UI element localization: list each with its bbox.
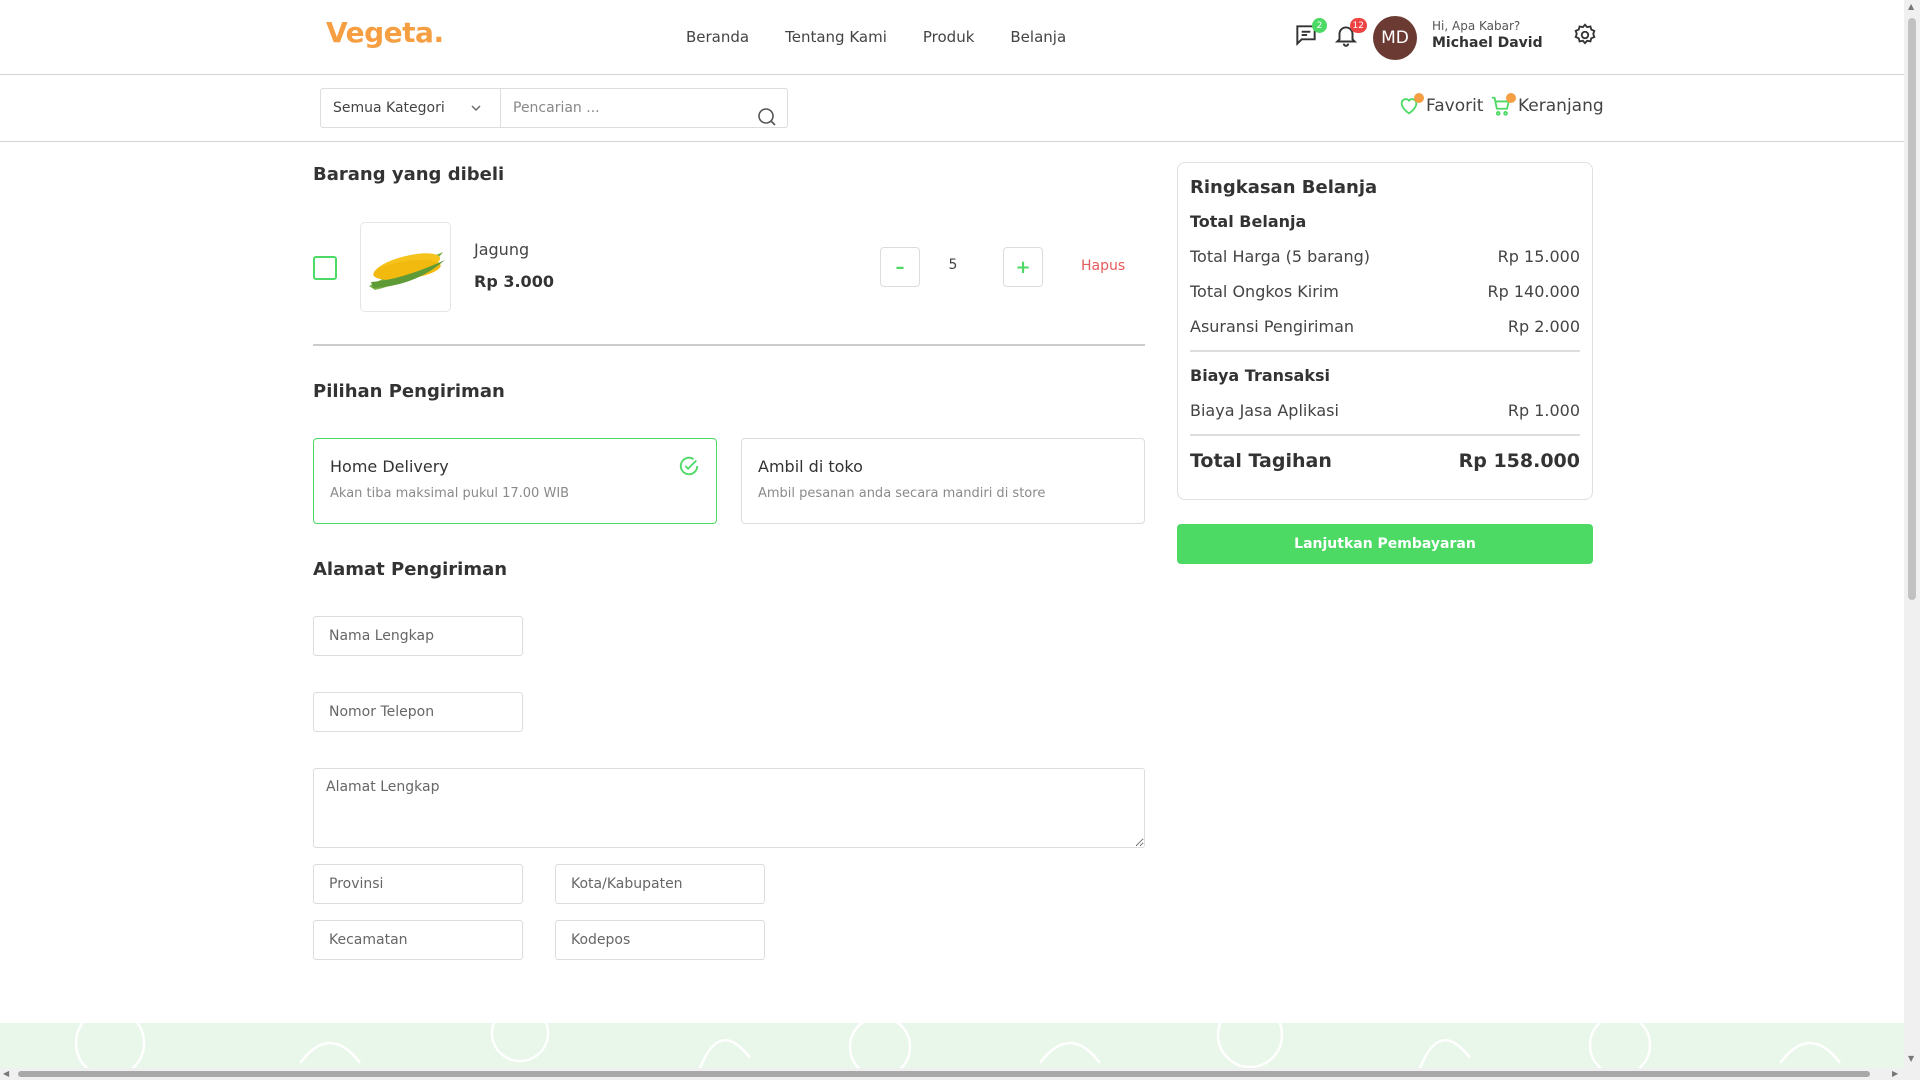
shipping-option-title: Ambil di toko: [758, 457, 863, 476]
address-title: Alamat Pengiriman: [313, 559, 508, 580]
vertical-scrollbar[interactable]: ▲ ▼: [1904, 0, 1920, 1068]
favorite-dot: [1414, 93, 1424, 103]
check-circle-icon: [679, 456, 699, 476]
shipping-option-title: Home Delivery: [330, 457, 449, 476]
shipping-option-pickup[interactable]: Ambil di toko Ambil pesanan anda secara …: [741, 438, 1145, 524]
vertical-scroll-thumb[interactable]: [1908, 18, 1916, 600]
increase-quantity-button[interactable]: +: [1003, 247, 1043, 287]
grand-total-label: Total Tagihan: [1190, 450, 1332, 472]
footer-pattern: [0, 1023, 1904, 1068]
decrease-quantity-button[interactable]: –: [880, 247, 920, 287]
summary-row: Total Ongkos Kirim Rp 140.000: [1190, 282, 1580, 301]
search-box: Semua Kategori: [320, 88, 788, 128]
search-bar-row: Semua Kategori Favorit Keranjang: [0, 75, 1904, 142]
summary-row-value: Rp 140.000: [1487, 282, 1580, 301]
summary-row-label: Biaya Jasa Aplikasi: [1190, 401, 1339, 420]
city-input[interactable]: [555, 864, 765, 904]
greeting-text: Hi, Apa Kabar?: [1432, 19, 1521, 33]
cart-title: Barang yang dibeli: [313, 164, 505, 185]
summary-row-label: Total Ongkos Kirim: [1190, 282, 1339, 301]
chevron-down-icon: [471, 105, 481, 111]
main-nav: Beranda Tentang Kami Produk Belanja: [686, 28, 1066, 46]
scroll-up-icon[interactable]: ▲: [1908, 2, 1914, 11]
nav-beranda[interactable]: Beranda: [686, 28, 749, 46]
search-input[interactable]: [501, 89, 787, 127]
section-divider: [313, 344, 1145, 346]
user-name: Michael David: [1432, 35, 1543, 51]
top-navbar: Vegeta. Beranda Tentang Kami Produk Bela…: [0, 0, 1904, 75]
category-select[interactable]: Semua Kategori: [321, 89, 501, 127]
summary-row-value: Rp 2.000: [1507, 317, 1580, 336]
cart-label: Keranjang: [1518, 96, 1604, 116]
favorite-link[interactable]: Favorit: [1398, 93, 1484, 117]
order-summary-card: Ringkasan Belanja Total Belanja Total Ha…: [1177, 162, 1593, 500]
product-name: Jagung: [474, 240, 530, 259]
shipping-option-home-delivery[interactable]: Home Delivery Akan tiba maksimal pukul 1…: [313, 438, 717, 524]
address-textarea[interactable]: [313, 768, 1145, 848]
scroll-left-icon[interactable]: ◀: [3, 1069, 9, 1078]
quantity-value: 5: [948, 257, 958, 273]
minus-icon: –: [895, 256, 905, 278]
full-name-input[interactable]: [313, 616, 523, 656]
summary-total-section: Total Belanja: [1190, 212, 1307, 231]
favorite-label: Favorit: [1426, 96, 1484, 116]
notification-badge: 12: [1349, 18, 1367, 33]
category-select-value: Semua Kategori: [333, 100, 445, 116]
nav-belanja[interactable]: Belanja: [1010, 28, 1066, 46]
scroll-right-icon[interactable]: ▶: [1892, 1069, 1898, 1078]
horizontal-scroll-thumb[interactable]: [18, 1071, 1870, 1077]
nav-produk[interactable]: Produk: [923, 28, 975, 46]
summary-row-label: Asuransi Pengiriman: [1190, 317, 1355, 336]
summary-row: Total Harga (5 barang) Rp 15.000: [1190, 247, 1580, 266]
postal-code-input[interactable]: [555, 920, 765, 960]
avatar[interactable]: MD: [1373, 16, 1417, 60]
product-price: Rp 3.000: [474, 272, 554, 291]
user-greeting: Hi, Apa Kabar? Michael David: [1432, 19, 1543, 51]
summary-row: Asuransi Pengiriman Rp 2.000: [1190, 317, 1580, 336]
province-input[interactable]: [313, 864, 523, 904]
brand-logo[interactable]: Vegeta.: [326, 16, 444, 49]
plus-icon: +: [1015, 256, 1031, 278]
continue-payment-button[interactable]: Lanjutkan Pembayaran: [1177, 524, 1593, 564]
shipping-option-subtitle: Ambil pesanan anda secara mandiri di sto…: [758, 486, 1046, 501]
chat-badge: 2: [1312, 18, 1327, 33]
horizontal-scrollbar[interactable]: ◀ ▶: [0, 1068, 1920, 1080]
corn-icon: [368, 252, 445, 290]
vegetable-pattern-icon: [74, 1023, 1841, 1068]
summary-divider: [1190, 350, 1580, 352]
summary-row-value: Rp 15.000: [1497, 247, 1580, 266]
cart-icon: [1490, 93, 1516, 117]
cart-link[interactable]: Keranjang: [1490, 93, 1604, 117]
heart-icon: [1398, 93, 1424, 117]
grand-total-value: Rp 158.000: [1458, 450, 1580, 472]
remove-item-button[interactable]: Hapus: [1081, 258, 1125, 274]
nav-tentang-kami[interactable]: Tentang Kami: [785, 28, 887, 46]
summary-divider: [1190, 434, 1580, 436]
shipping-title: Pilihan Pengiriman: [313, 381, 505, 402]
summary-row: Biaya Jasa Aplikasi Rp 1.000: [1190, 401, 1580, 420]
cart-dot: [1506, 93, 1516, 103]
phone-input[interactable]: [313, 692, 523, 732]
item-checkbox[interactable]: [313, 256, 337, 280]
shipping-option-subtitle: Akan tiba maksimal pukul 17.00 WIB: [330, 486, 570, 501]
summary-row-label: Total Harga (5 barang): [1190, 247, 1371, 266]
search-icon[interactable]: [757, 107, 777, 127]
summary-title: Ringkasan Belanja: [1190, 177, 1378, 198]
district-input[interactable]: [313, 920, 523, 960]
summary-fee-section: Biaya Transaksi: [1190, 366, 1330, 385]
gear-icon: [1574, 23, 1596, 45]
notification-button[interactable]: 12: [1333, 18, 1367, 50]
settings-button[interactable]: [1572, 22, 1600, 50]
scroll-down-icon[interactable]: ▼: [1908, 1054, 1914, 1063]
summary-grand-total: Total Tagihan Rp 158.000: [1190, 450, 1580, 472]
product-image: [360, 222, 451, 312]
chat-button[interactable]: 2: [1293, 18, 1327, 50]
summary-row-value: Rp 1.000: [1507, 401, 1580, 420]
